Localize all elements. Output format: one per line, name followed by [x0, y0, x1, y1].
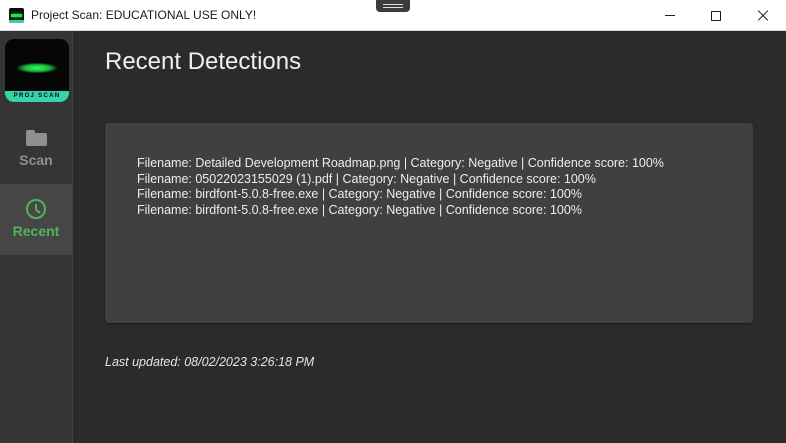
list-item: Filename: birdfont-5.0.8-free.exe | Cate… [137, 203, 582, 218]
window-title: Project Scan: EDUCATIONAL USE ONLY! [31, 8, 257, 22]
logo-glow [17, 63, 57, 73]
maximize-button[interactable] [693, 0, 739, 31]
sidebar-item-recent[interactable]: Recent [0, 184, 72, 255]
sidebar-item-label: Scan [19, 152, 53, 168]
minimize-button[interactable] [647, 0, 693, 31]
page-title: Recent Detections [105, 48, 302, 75]
last-updated-text: Last updated: 08/02/2023 3:26:18 PM [105, 355, 315, 369]
maximize-icon [711, 10, 721, 21]
title-bar[interactable]: Project Scan: EDUCATIONAL USE ONLY! [0, 0, 786, 31]
list-item: Filename: 05022023155029 (1).pdf | Categ… [137, 171, 596, 186]
list-item: Filename: birdfont-5.0.8-free.exe | Cate… [137, 187, 582, 202]
app-icon [9, 8, 24, 23]
close-icon [757, 10, 769, 22]
drag-handle[interactable] [376, 0, 410, 12]
sidebar-item-label: Recent [12, 223, 60, 239]
list-item: Filename: Detailed Development Roadmap.p… [137, 156, 664, 170]
logo-text: PROJ SCAN [5, 91, 69, 102]
sidebar: PROJ SCAN Scan Recent [0, 31, 73, 443]
detections-list: Filename: Detailed Development Roadmap.p… [137, 156, 664, 219]
detections-panel: Filename: Detailed Development Roadmap.p… [105, 123, 753, 323]
sidebar-item-scan[interactable]: Scan [0, 113, 72, 184]
folder-icon [25, 128, 47, 148]
minimize-icon [665, 15, 675, 16]
app-logo: PROJ SCAN [5, 39, 69, 102]
clock-icon [26, 199, 46, 219]
close-button[interactable] [740, 0, 786, 31]
